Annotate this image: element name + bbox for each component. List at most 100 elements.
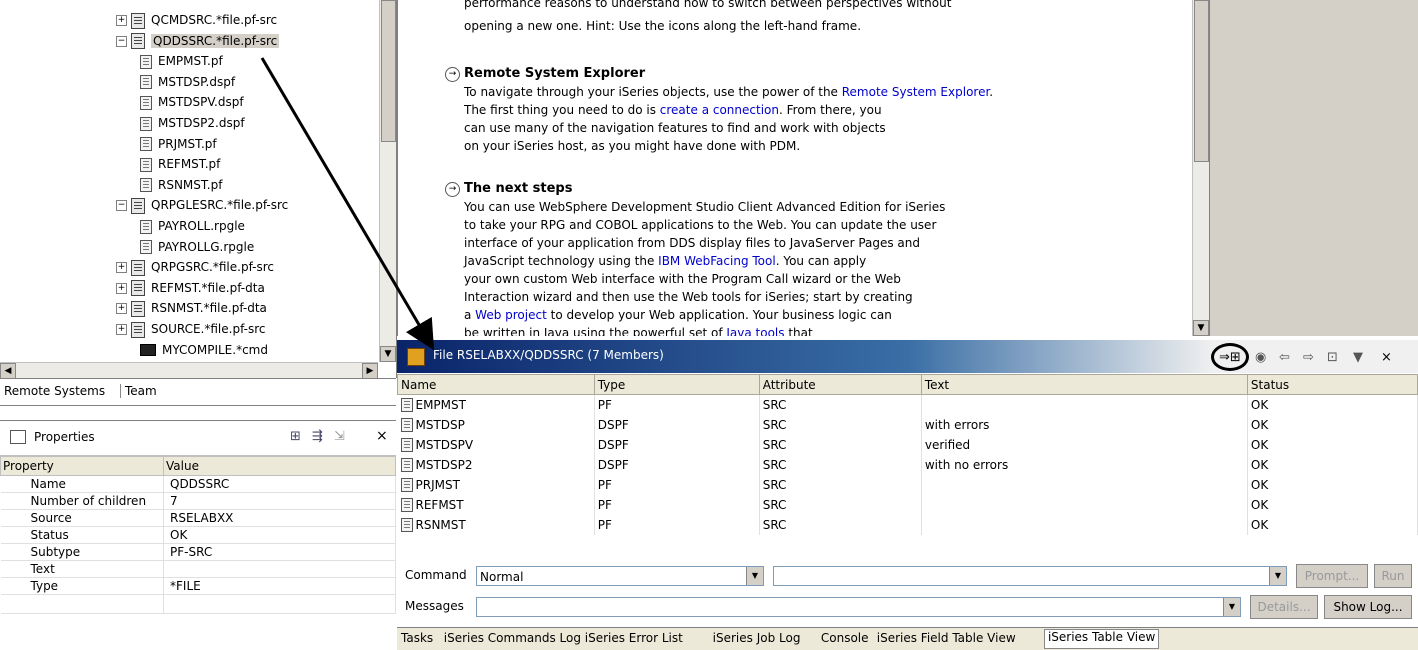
show-advanced-icon[interactable]: ⇶ [312, 429, 323, 444]
cell-name: MSTDSPV [397, 435, 595, 455]
tree-item-member[interactable]: PRJMST.pf [140, 134, 217, 154]
tree-item-file[interactable]: − QDDSSRC.*file.pf-src [116, 31, 280, 51]
tree-item-member[interactable]: MSTDSP.dspf [140, 72, 235, 92]
tree-item-file[interactable]: MYCOMPILE.*cmd [140, 340, 268, 360]
tab-team[interactable]: Team [120, 384, 157, 398]
tab-iseries-error-list[interactable]: iSeries Error List [585, 631, 683, 645]
tree-item-label: QCMDSRC.*file.pf-src [151, 13, 278, 27]
table-row[interactable]: REFMST PF SRC OK [397, 495, 1418, 515]
property-row[interactable]: Name QDDSSRC [0, 475, 396, 493]
expand-icon[interactable]: + [116, 303, 127, 315]
tab-iseries-field-table-view[interactable]: iSeries Field Table View [877, 631, 1016, 645]
table-row[interactable]: MSTDSP2 DSPF SRC with no errors OK [397, 455, 1418, 475]
column-header-type[interactable]: Type [593, 374, 760, 395]
close-icon[interactable]: × [1381, 350, 1392, 365]
property-row[interactable]: Subtype PF-SRC [0, 543, 396, 561]
column-header-name[interactable]: Name [397, 374, 595, 395]
welcome-text: to take your RPG and COBOL applications … [464, 218, 937, 232]
tree-horizontal-scrollbar[interactable]: ◀ ▶ [0, 362, 378, 378]
tab-tasks[interactable]: Tasks [401, 631, 433, 645]
cell-name: EMPMST [397, 394, 595, 415]
tree-item-label: SOURCE.*file.pf-src [151, 322, 266, 336]
property-row[interactable]: Number of children 7 [0, 492, 396, 510]
tree-item-member[interactable]: EMPMST.pf [140, 51, 223, 71]
remote-systems-tree[interactable]: + QCMDSRC.*file.pf-src − QDDSSRC.*file.pf-s… [0, 0, 397, 378]
table-row[interactable]: RSNMST PF SRC OK [397, 515, 1418, 535]
collapse-icon[interactable]: − [116, 200, 127, 212]
column-header-property[interactable]: Property [0, 456, 164, 476]
tree-item-member[interactable]: MSTDSPV.dspf [140, 92, 244, 112]
table-row[interactable]: EMPMST PF SRC OK [397, 394, 1418, 415]
webfacing-tool-link[interactable]: IBM WebFacing Tool [658, 254, 776, 268]
remote-system-explorer-link[interactable]: Remote System Explorer [842, 85, 990, 99]
cell-type: PF [594, 475, 760, 495]
scroll-left-arrow-icon[interactable]: ◀ [0, 363, 16, 378]
column-header-text[interactable]: Text [920, 374, 1248, 395]
tree-item-label: PAYROLL.rpgle [158, 219, 245, 233]
view-menu-icon[interactable]: ▼ [1353, 350, 1363, 365]
prompt-button[interactable]: Prompt... [1296, 564, 1368, 588]
tab-remote-systems[interactable]: Remote Systems [4, 384, 105, 398]
run-button[interactable]: Run [1374, 564, 1412, 588]
tab-iseries-table-view[interactable]: iSeries Table View [1043, 629, 1160, 649]
scroll-down-arrow-icon[interactable]: ▼ [380, 346, 396, 362]
up-level-icon[interactable]: ⊡ [1327, 350, 1338, 365]
tree-item-member[interactable]: MSTDSP2.dspf [140, 113, 245, 133]
tree-item-member[interactable]: RSNMST.pf [140, 175, 222, 195]
property-row[interactable]: Source RSELABXX [0, 509, 396, 527]
expand-icon[interactable]: + [116, 324, 127, 335]
web-project-link[interactable]: Web project [475, 308, 547, 322]
restore-default-icon[interactable]: ⇲ [334, 429, 345, 444]
member-icon [400, 478, 413, 493]
tree-item-file[interactable]: + SOURCE.*file.pf-src [116, 319, 266, 339]
close-icon[interactable]: × [376, 428, 388, 444]
expand-icon[interactable]: + [116, 282, 127, 294]
tab-iseries-commands-log[interactable]: iSeries Commands Log [444, 631, 581, 645]
tab-console[interactable]: Console [821, 631, 869, 645]
tree-item-file[interactable]: + REFMST.*file.pf-dta [116, 278, 265, 298]
tree-item-file[interactable]: + QRPGSRC.*file.pf-src [116, 257, 274, 277]
column-header-status[interactable]: Status [1246, 374, 1418, 395]
tree-item-file[interactable]: − QRPGLESRC.*file.pf-src [116, 195, 288, 215]
tree-item-member[interactable]: REFMST.pf [140, 154, 220, 174]
table-row[interactable]: MSTDSPV DSPF SRC verified OK [397, 435, 1418, 455]
command-mode-select[interactable]: Normal ▼ [476, 566, 764, 586]
tree-vertical-scrollbar[interactable]: ▼ [379, 0, 396, 362]
collapse-icon[interactable]: − [116, 35, 127, 47]
scroll-down-arrow-icon[interactable]: ▼ [1193, 320, 1209, 336]
welcome-scrollbar[interactable]: ▼ [1192, 0, 1209, 336]
back-icon[interactable]: ⇦ [1279, 350, 1290, 365]
show-categories-icon[interactable]: ⊞ [290, 429, 301, 444]
eye-icon[interactable]: ◉ [1255, 350, 1266, 365]
chevron-down-icon[interactable]: ▼ [1269, 567, 1286, 585]
chevron-down-icon[interactable]: ▼ [746, 567, 763, 585]
chevron-down-icon[interactable]: ▼ [1223, 598, 1240, 616]
property-row[interactable]: Status OK [0, 526, 396, 544]
scroll-thumb[interactable] [381, 0, 396, 142]
command-input[interactable]: ▼ [773, 566, 1287, 586]
column-header-attribute[interactable]: Attribute [758, 374, 922, 395]
tree-item-member[interactable]: PAYROLLG.rpgle [140, 237, 254, 257]
details-button[interactable]: Details... [1250, 595, 1318, 619]
table-row[interactable]: PRJMST PF SRC OK [397, 475, 1418, 495]
tree-item-file[interactable]: + QCMDSRC.*file.pf-src [116, 10, 277, 30]
forward-icon[interactable]: ⇨ [1303, 350, 1314, 365]
section-title: Remote System Explorer [464, 66, 646, 81]
expand-icon[interactable]: + [116, 15, 127, 26]
scroll-thumb[interactable] [1194, 0, 1209, 162]
property-row[interactable]: Type *FILE [0, 577, 396, 595]
tree-item-file[interactable]: + RSNMST.*file.pf-dta [116, 298, 267, 318]
cell-text [921, 475, 1248, 495]
show-log-button[interactable]: Show Log... [1324, 595, 1412, 619]
create-connection-link[interactable]: create a connection [660, 103, 779, 117]
cell-status: OK [1247, 495, 1418, 515]
table-row[interactable]: MSTDSP DSPF SRC with errors OK [397, 415, 1418, 435]
tab-iseries-job-log[interactable]: iSeries Job Log [713, 631, 801, 645]
expand-icon[interactable]: + [116, 262, 127, 274]
scroll-right-arrow-icon[interactable]: ▶ [362, 363, 378, 378]
property-row[interactable]: Text [0, 560, 396, 578]
column-header-value[interactable]: Value [163, 456, 396, 476]
java-tools-link[interactable]: Java tools [726, 326, 784, 336]
tree-item-member[interactable]: PAYROLL.rpgle [140, 216, 245, 236]
messages-select[interactable]: ▼ [476, 597, 1241, 617]
